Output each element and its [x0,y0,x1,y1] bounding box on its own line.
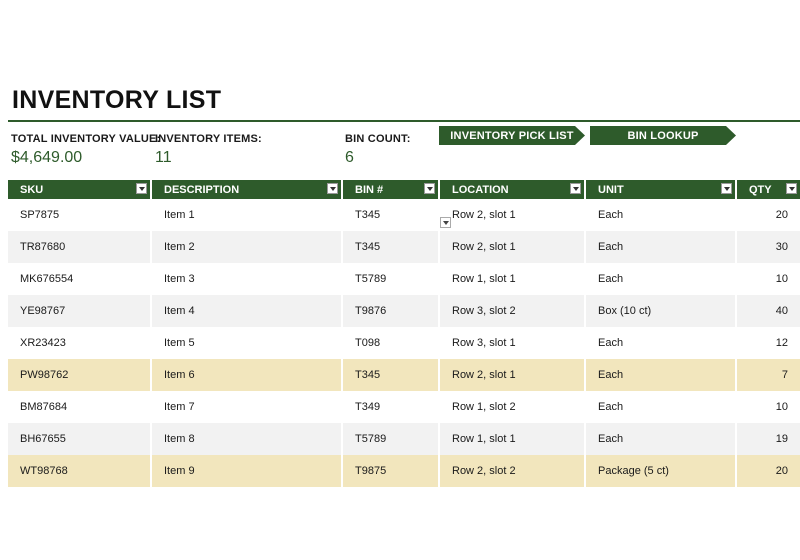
sku-cell[interactable]: SP7875 [8,199,152,231]
location-cell[interactable]: Row 3, slot 1 [440,327,586,359]
description-cell[interactable]: Item 1 [152,199,343,231]
column-label: LOCATION [452,183,509,196]
table-row[interactable]: PW98762 Item 6 T345 Row 2, slot 1 Each 7 [8,359,800,391]
bin-count: BIN COUNT: 6 [345,133,411,167]
total-value: $4,649.00 [11,149,83,166]
sku-cell[interactable]: MK676554 [8,263,152,295]
qty-cell[interactable]: 20 [737,455,800,487]
bin-cell[interactable]: T9876 [343,295,440,327]
table-row[interactable]: XR23423 Item 5 T098 Row 3, slot 1 Each 12 [8,327,800,359]
unit-cell[interactable]: Each [586,391,737,423]
location-cell[interactable]: Row 1, slot 1 [440,423,586,455]
bin-lookup-button[interactable]: BIN LOOKUP [590,126,736,145]
column-header-location[interactable]: LOCATION [440,180,586,199]
table-row[interactable]: TR87680 Item 2 T345 Row 2, slot 1 Each 30 [8,231,800,263]
inventory-items-value: 11 [155,149,172,166]
description-cell[interactable]: Item 4 [152,295,343,327]
qty-cell[interactable]: 7 [737,359,800,391]
total-value-label: TOTAL INVENTORY VALUE: [11,133,161,145]
column-header-sku[interactable]: SKU [8,180,152,199]
unit-cell[interactable]: Each [586,263,737,295]
filter-dropdown-icon[interactable] [136,183,147,194]
description-cell[interactable]: Item 8 [152,423,343,455]
column-label: BIN # [355,183,384,196]
location-cell[interactable]: Row 3, slot 2 [440,295,586,327]
table-row[interactable]: MK676554 Item 3 T5789 Row 1, slot 1 Each 10 [8,263,800,295]
title-divider [8,120,800,122]
table-row[interactable]: BH67655 Item 8 T5789 Row 1, slot 1 Each 19 [8,423,800,455]
sku-cell[interactable]: PW98762 [8,359,152,391]
sku-cell[interactable]: YE98767 [8,295,152,327]
column-header-qty[interactable]: QTY [737,180,800,199]
inventory-items-label: INVENTORY ITEMS: [155,133,262,145]
sku-cell[interactable]: TR87680 [8,231,152,263]
column-label: UNIT [598,183,624,196]
column-label: SKU [20,183,44,196]
filter-dropdown-icon[interactable] [327,183,338,194]
qty-cell[interactable]: 10 [737,263,800,295]
description-cell[interactable]: Item 2 [152,231,343,263]
bin-cell[interactable]: T9875 [343,455,440,487]
qty-cell[interactable]: 40 [737,295,800,327]
location-cell[interactable]: Row 1, slot 1 [440,263,586,295]
description-cell[interactable]: Item 5 [152,327,343,359]
bin-cell[interactable]: T349 [343,391,440,423]
location-cell[interactable]: Row 2, slot 1 [440,231,586,263]
filter-dropdown-icon[interactable] [424,183,435,194]
unit-cell[interactable]: Each [586,199,737,231]
bin-count-value: 6 [345,149,354,166]
column-label: DESCRIPTION [164,183,240,196]
bin-cell[interactable]: T345 [343,231,440,263]
column-header-unit[interactable]: UNIT [586,180,737,199]
qty-cell[interactable]: 12 [737,327,800,359]
unit-cell[interactable]: Box (10 ct) [586,295,737,327]
qty-cell[interactable]: 20 [737,199,800,231]
unit-cell[interactable]: Each [586,231,737,263]
description-cell[interactable]: Item 7 [152,391,343,423]
bin-count-label: BIN COUNT: [345,133,411,145]
table-row[interactable]: SP7875 Item 1 T345 Row 2, slot 1 Each 20 [8,199,800,231]
sku-cell[interactable]: BH67655 [8,423,152,455]
table-body: SP7875 Item 1 T345 Row 2, slot 1 Each 20 TR876… [8,199,800,487]
location-cell[interactable]: Row 2, slot 1 [440,199,586,231]
filter-dropdown-icon[interactable] [570,183,581,194]
column-header-description[interactable]: DESCRIPTION [152,180,343,199]
sku-cell[interactable]: XR23423 [8,327,152,359]
unit-cell[interactable]: Each [586,359,737,391]
sku-cell[interactable]: BM87684 [8,391,152,423]
qty-cell[interactable]: 19 [737,423,800,455]
bin-cell[interactable]: T098 [343,327,440,359]
description-cell[interactable]: Item 6 [152,359,343,391]
bin-cell[interactable]: T5789 [343,263,440,295]
description-cell[interactable]: Item 9 [152,455,343,487]
qty-cell[interactable]: 10 [737,391,800,423]
inventory-table: SKU DESCRIPTION BIN # LOCATION UNIT QTY … [8,180,800,487]
table-row[interactable]: WT98768 Item 9 T9875 Row 2, slot 2 Package (… [8,455,800,487]
location-cell[interactable]: Row 2, slot 2 [440,455,586,487]
filter-dropdown-icon[interactable] [721,183,732,194]
table-row[interactable]: BM87684 Item 7 T349 Row 1, slot 2 Each 10 [8,391,800,423]
bin-cell[interactable]: T345 [343,199,440,231]
inventory-items: INVENTORY ITEMS: 11 [155,133,262,167]
cell-dropdown-icon[interactable] [440,217,451,228]
bin-cell[interactable]: T345 [343,359,440,391]
table-row[interactable]: YE98767 Item 4 T9876 Row 3, slot 2 Box (10 c… [8,295,800,327]
column-label: QTY [749,183,772,196]
total-inventory-value: TOTAL INVENTORY VALUE: $4,649.00 [11,133,160,167]
page-title: INVENTORY LIST [12,86,222,114]
filter-dropdown-icon[interactable] [786,183,797,194]
bin-cell[interactable]: T5789 [343,423,440,455]
description-cell[interactable]: Item 3 [152,263,343,295]
column-header-bin[interactable]: BIN # [343,180,440,199]
table-header: SKU DESCRIPTION BIN # LOCATION UNIT QTY [8,180,800,199]
unit-cell[interactable]: Package (5 ct) [586,455,737,487]
location-cell[interactable]: Row 1, slot 2 [440,391,586,423]
inventory-pick-list-button[interactable]: INVENTORY PICK LIST [439,126,585,145]
qty-cell[interactable]: 30 [737,231,800,263]
sku-cell[interactable]: WT98768 [8,455,152,487]
unit-cell[interactable]: Each [586,423,737,455]
unit-cell[interactable]: Each [586,327,737,359]
location-cell[interactable]: Row 2, slot 1 [440,359,586,391]
